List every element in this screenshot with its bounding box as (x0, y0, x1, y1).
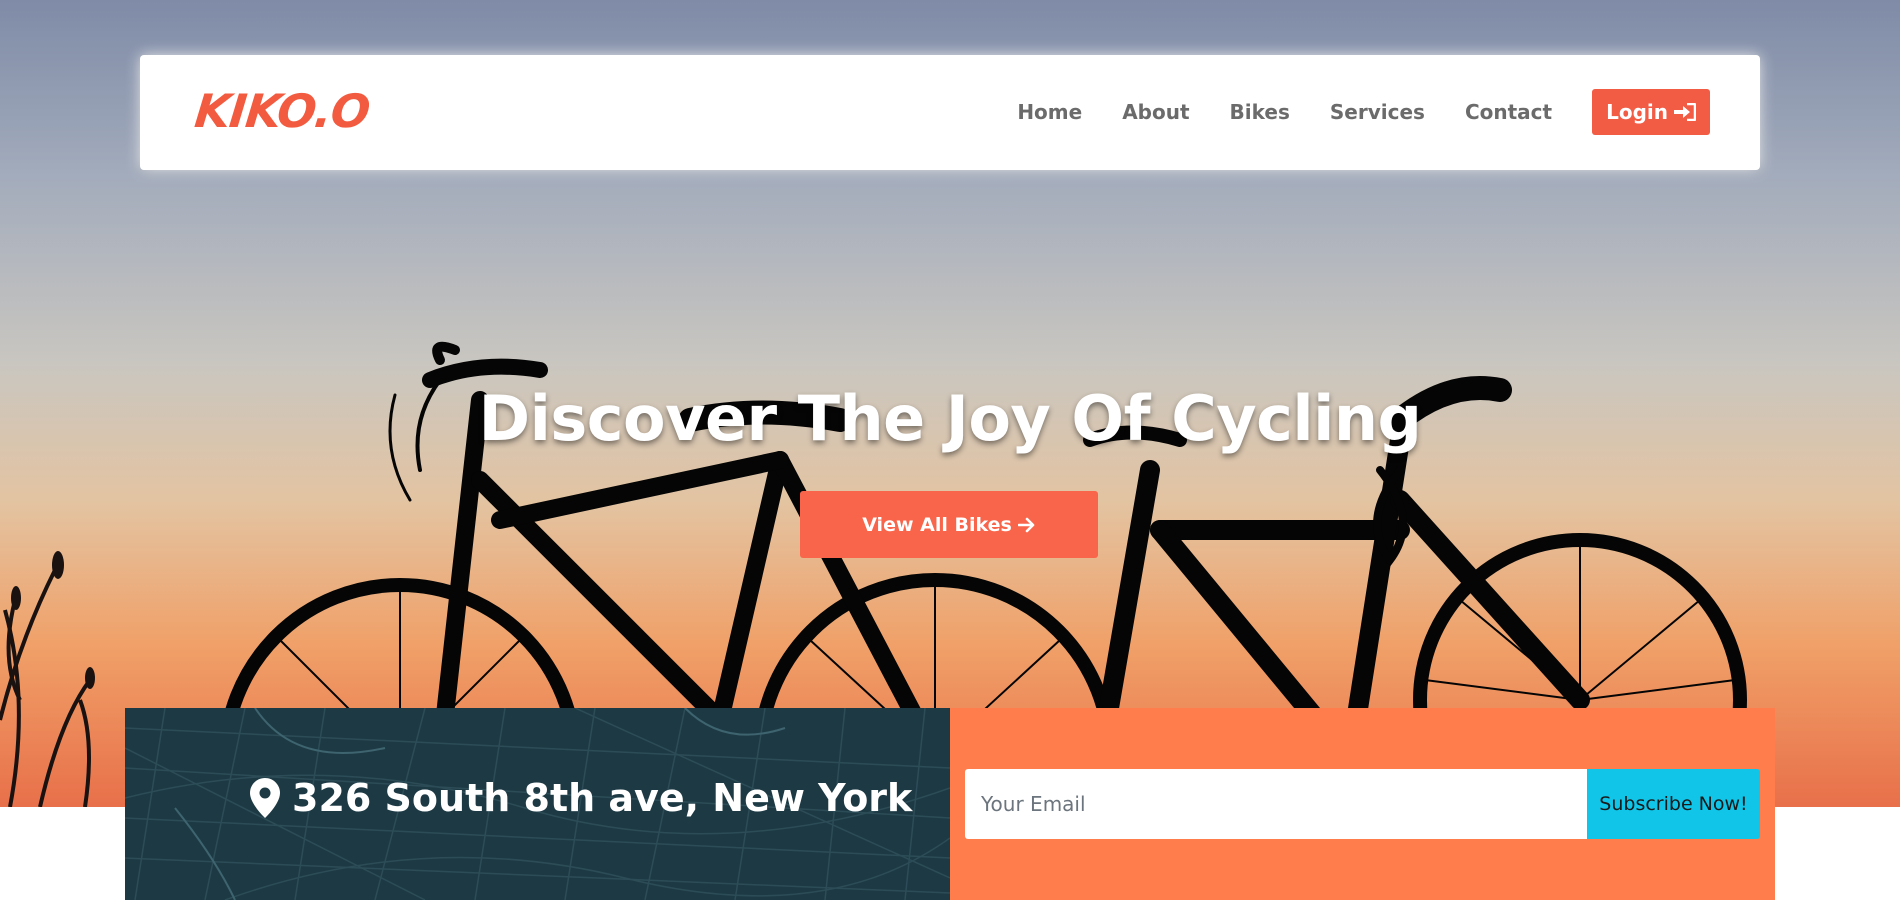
subscribe-panel: Subscribe Now! (950, 708, 1775, 900)
view-all-bikes-label: View All Bikes (862, 513, 1012, 536)
login-button[interactable]: Login (1592, 89, 1710, 135)
address: 326 South 8th ave, New York (250, 768, 912, 828)
view-all-bikes-button[interactable]: View All Bikes (800, 491, 1098, 558)
address-text: 326 South 8th ave, New York (292, 776, 913, 820)
subscribe-button[interactable]: Subscribe Now! (1587, 769, 1760, 839)
nav-link-contact[interactable]: Contact (1465, 100, 1552, 124)
nav-link-home[interactable]: Home (1017, 100, 1082, 124)
arrow-right-icon (1017, 517, 1035, 532)
login-button-label: Login (1606, 100, 1668, 124)
email-input[interactable] (965, 769, 1587, 839)
nav-link-bikes[interactable]: Bikes (1230, 100, 1290, 124)
nav-link-about[interactable]: About (1122, 100, 1189, 124)
address-panel: 326 South 8th ave, New York (125, 708, 950, 900)
navbar: KIKO.O Home About Bikes Services Contact… (140, 55, 1760, 170)
sign-in-icon (1674, 103, 1696, 121)
nav-links: Home About Bikes Services Contact Login (1017, 89, 1710, 135)
brand-logo[interactable]: KIKO.O (192, 81, 372, 141)
hero-title: Discover The Joy Of Cycling (478, 381, 1422, 455)
hero-section: KIKO.O Home About Bikes Services Contact… (0, 0, 1900, 807)
nav-link-services[interactable]: Services (1330, 100, 1425, 124)
map-marker-icon (250, 778, 280, 818)
